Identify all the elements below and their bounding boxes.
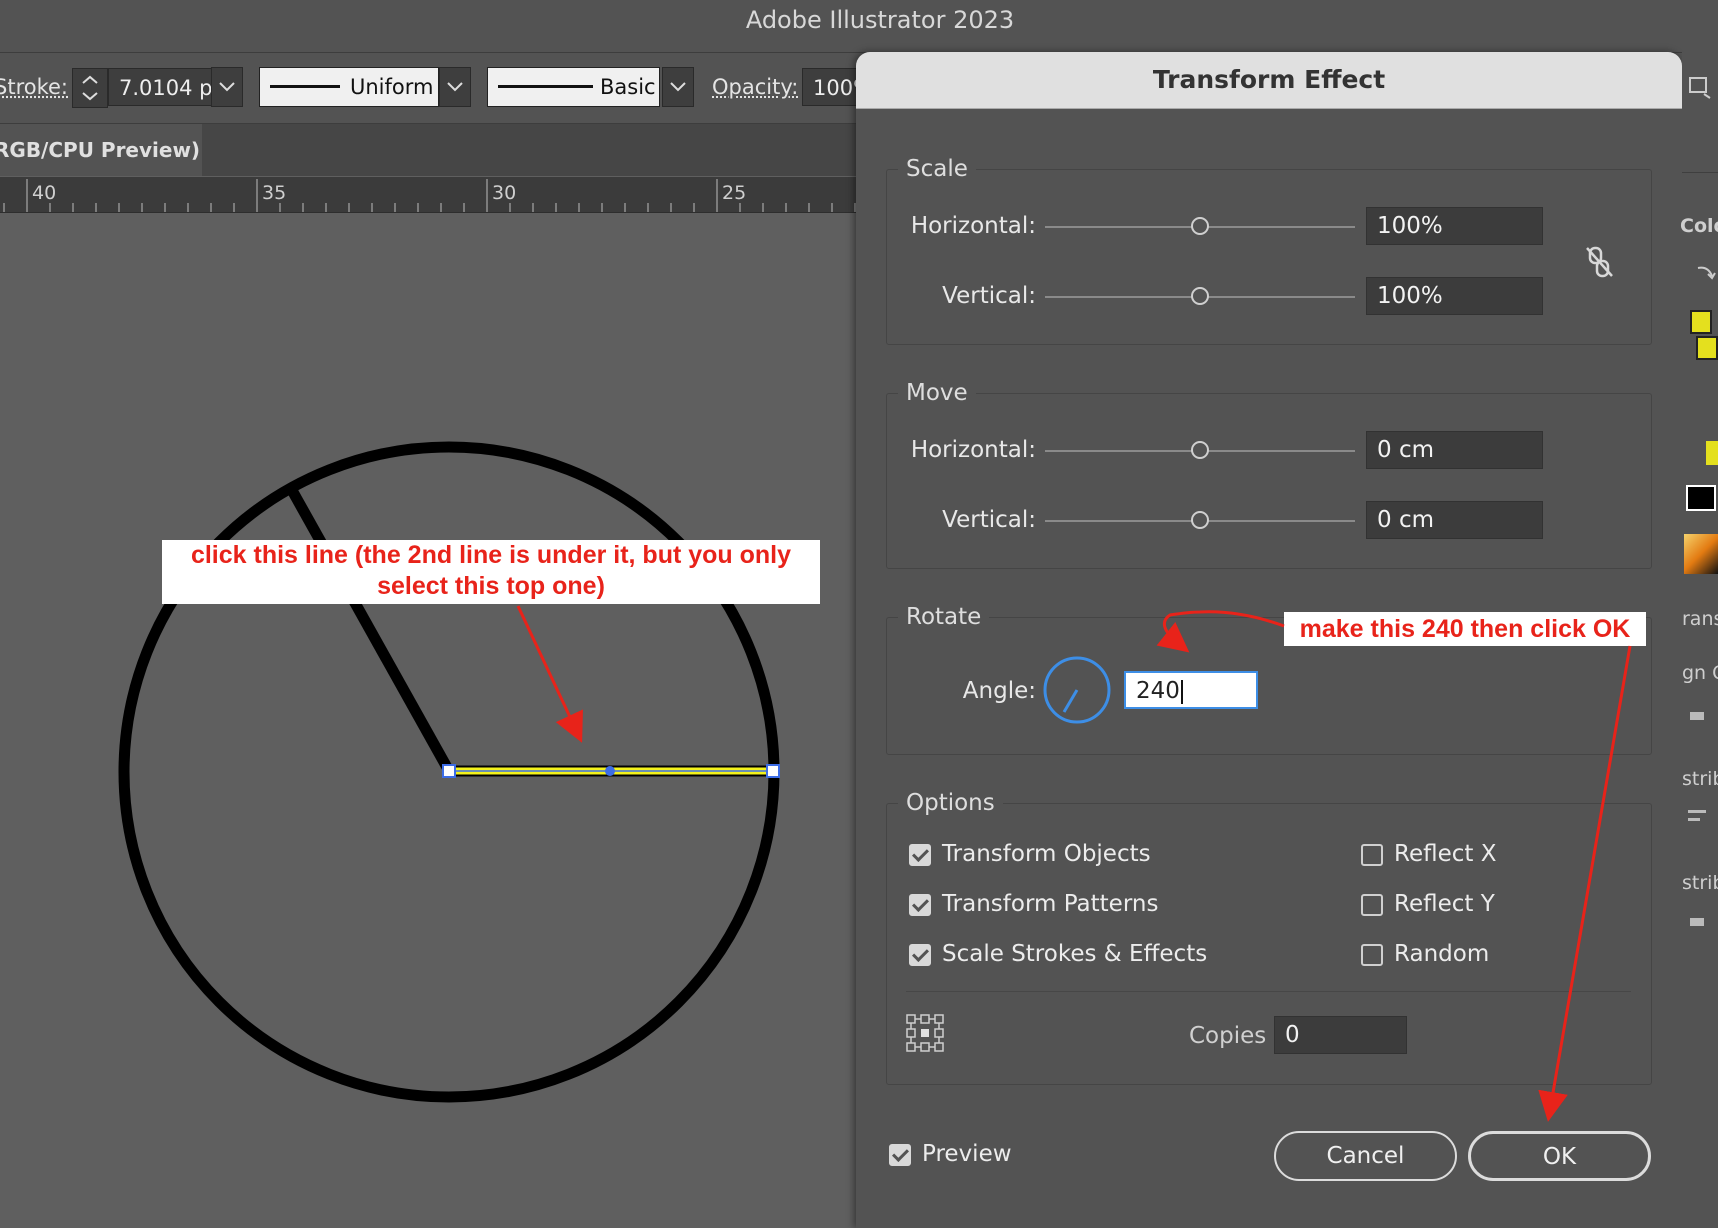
color-swatch-yellow[interactable] <box>1706 441 1718 465</box>
scale-vertical-label: Vertical: <box>836 283 1036 309</box>
center-point <box>605 766 615 776</box>
stroke-label[interactable]: Stroke: <box>0 75 68 99</box>
copies-label: Copies <box>1189 1023 1266 1049</box>
scale-vertical-input[interactable]: 100% <box>1366 277 1543 315</box>
profile-dropdown[interactable] <box>439 67 471 107</box>
scale-strokes-label[interactable]: Scale Strokes & Effects <box>942 941 1207 967</box>
rotate-angle-label: Angle: <box>836 678 1036 704</box>
stroke-stepper[interactable] <box>72 68 108 108</box>
transform-objects-checkbox[interactable] <box>909 844 931 866</box>
align-panel-label[interactable]: gn C <box>1682 662 1718 684</box>
radius-line[interactable] <box>293 492 449 771</box>
ruler-label-25: 25 <box>722 182 746 204</box>
brush-dropdown[interactable] <box>662 67 694 107</box>
move-horizontal-input[interactable]: 0 cm <box>1366 431 1543 469</box>
transform-patterns-label[interactable]: Transform Patterns <box>942 891 1158 917</box>
distribute-panel-label-1[interactable]: strib <box>1682 768 1718 790</box>
right-panel-strip: Colo rans gn C strib strib <box>1682 52 1718 1228</box>
options-group-label: Options <box>898 790 1003 816</box>
stroke-swatch[interactable] <box>1696 336 1718 360</box>
annotation-note-angle: make this 240 then click OK <box>1284 612 1646 646</box>
move-vertical-input[interactable]: 0 cm <box>1366 501 1543 539</box>
chevron-down-icon <box>445 68 465 104</box>
distribute-icon-1[interactable] <box>1688 810 1706 813</box>
annotation-line-text-2: select this top one) <box>162 571 820 602</box>
ok-button[interactable]: OK <box>1468 1131 1651 1181</box>
artboard-tool-icon[interactable] <box>1686 72 1714 100</box>
scale-horizontal-input[interactable]: 100% <box>1366 207 1543 245</box>
opacity-input[interactable]: 100% <box>802 68 862 106</box>
document-tab-label: RGB/CPU Preview) <box>0 138 200 162</box>
random-label[interactable]: Random <box>1394 941 1489 967</box>
distribute-icon-3[interactable] <box>1690 918 1704 926</box>
preview-label[interactable]: Preview <box>922 1141 1012 1167</box>
align-icon-1[interactable] <box>1690 712 1704 720</box>
fill-swatch[interactable] <box>1690 310 1712 334</box>
color-panel-label[interactable]: Colo <box>1680 215 1718 237</box>
color-spectrum[interactable] <box>1684 534 1718 574</box>
brush-line-preview <box>498 85 593 88</box>
transform-panel-label[interactable]: rans <box>1682 608 1718 630</box>
scale-horizontal-label: Horizontal: <box>836 213 1036 239</box>
move-group <box>886 393 1652 569</box>
app-title: Adobe Illustrator 2023 <box>0 0 1718 40</box>
move-vertical-label: Vertical: <box>836 507 1036 533</box>
variable-width-profile[interactable]: Uniform <box>259 67 439 107</box>
copies-input[interactable]: 0 <box>1274 1016 1407 1054</box>
move-horizontal-label: Horizontal: <box>836 437 1036 463</box>
move-horizontal-slider-knob[interactable] <box>1191 441 1209 459</box>
reflect-x-label[interactable]: Reflect X <box>1394 841 1496 867</box>
options-divider <box>906 991 1631 992</box>
ruler-label-30: 30 <box>492 182 516 204</box>
chevron-down-icon <box>668 68 688 104</box>
unlinked-constrain-icon[interactable] <box>1580 242 1620 282</box>
dialog-title: Transform Effect <box>856 52 1682 109</box>
annotation-line-text-1: click this line (the 2nd line is under i… <box>162 540 820 571</box>
scale-group <box>886 169 1652 345</box>
scale-strokes-checkbox[interactable] <box>909 944 931 966</box>
scale-horizontal-slider-knob[interactable] <box>1191 217 1209 235</box>
horizontal-ruler: 40 35 30 25 <box>0 177 858 213</box>
profile-label: Uniform <box>350 68 433 106</box>
opacity-label[interactable]: Opacity: <box>712 75 798 99</box>
stroke-weight-input[interactable]: 7.0104 p <box>108 68 212 106</box>
stepper-arrows-icon <box>73 69 107 107</box>
angle-dial-icon[interactable] <box>1041 654 1113 726</box>
profile-line-preview <box>270 85 340 88</box>
anchor-point-right[interactable] <box>767 765 779 777</box>
artboard-canvas[interactable] <box>0 212 858 1228</box>
anchor-point-left[interactable] <box>443 765 455 777</box>
rotate-angle-input[interactable]: 240 <box>1124 671 1258 709</box>
document-tab[interactable]: RGB/CPU Preview) <box>0 124 202 176</box>
annotation-note-line: click this line (the 2nd line is under i… <box>162 540 820 604</box>
rotate-angle-value: 240 <box>1136 678 1180 704</box>
brush-definition[interactable]: Basic <box>487 67 660 107</box>
chevron-down-icon <box>217 68 237 104</box>
transform-objects-label[interactable]: Transform Objects <box>942 841 1151 867</box>
reflect-y-checkbox[interactable] <box>1361 894 1383 916</box>
color-swatch-black[interactable] <box>1686 485 1716 511</box>
scale-group-label: Scale <box>898 156 976 182</box>
ruler-label-35: 35 <box>262 182 286 204</box>
text-cursor <box>1181 680 1183 704</box>
cancel-button[interactable]: Cancel <box>1274 1131 1457 1181</box>
swap-colors-icon[interactable] <box>1694 262 1718 286</box>
rotate-group-label: Rotate <box>898 604 989 630</box>
reflect-x-checkbox[interactable] <box>1361 844 1383 866</box>
reflect-y-label[interactable]: Reflect Y <box>1394 891 1495 917</box>
move-group-label: Move <box>898 380 976 406</box>
random-checkbox[interactable] <box>1361 944 1383 966</box>
brush-label: Basic <box>600 68 656 106</box>
transform-patterns-checkbox[interactable] <box>909 894 931 916</box>
ruler-label-40: 40 <box>32 182 56 204</box>
distribute-icon-2[interactable] <box>1688 818 1700 821</box>
panel-divider <box>1682 172 1718 173</box>
move-vertical-slider-knob[interactable] <box>1191 511 1209 529</box>
scale-vertical-slider-knob[interactable] <box>1191 287 1209 305</box>
reference-point-icon[interactable] <box>905 1013 945 1053</box>
stroke-weight-dropdown[interactable] <box>211 67 243 107</box>
distribute-panel-label-2[interactable]: strib <box>1682 872 1718 894</box>
preview-checkbox[interactable] <box>889 1144 911 1166</box>
